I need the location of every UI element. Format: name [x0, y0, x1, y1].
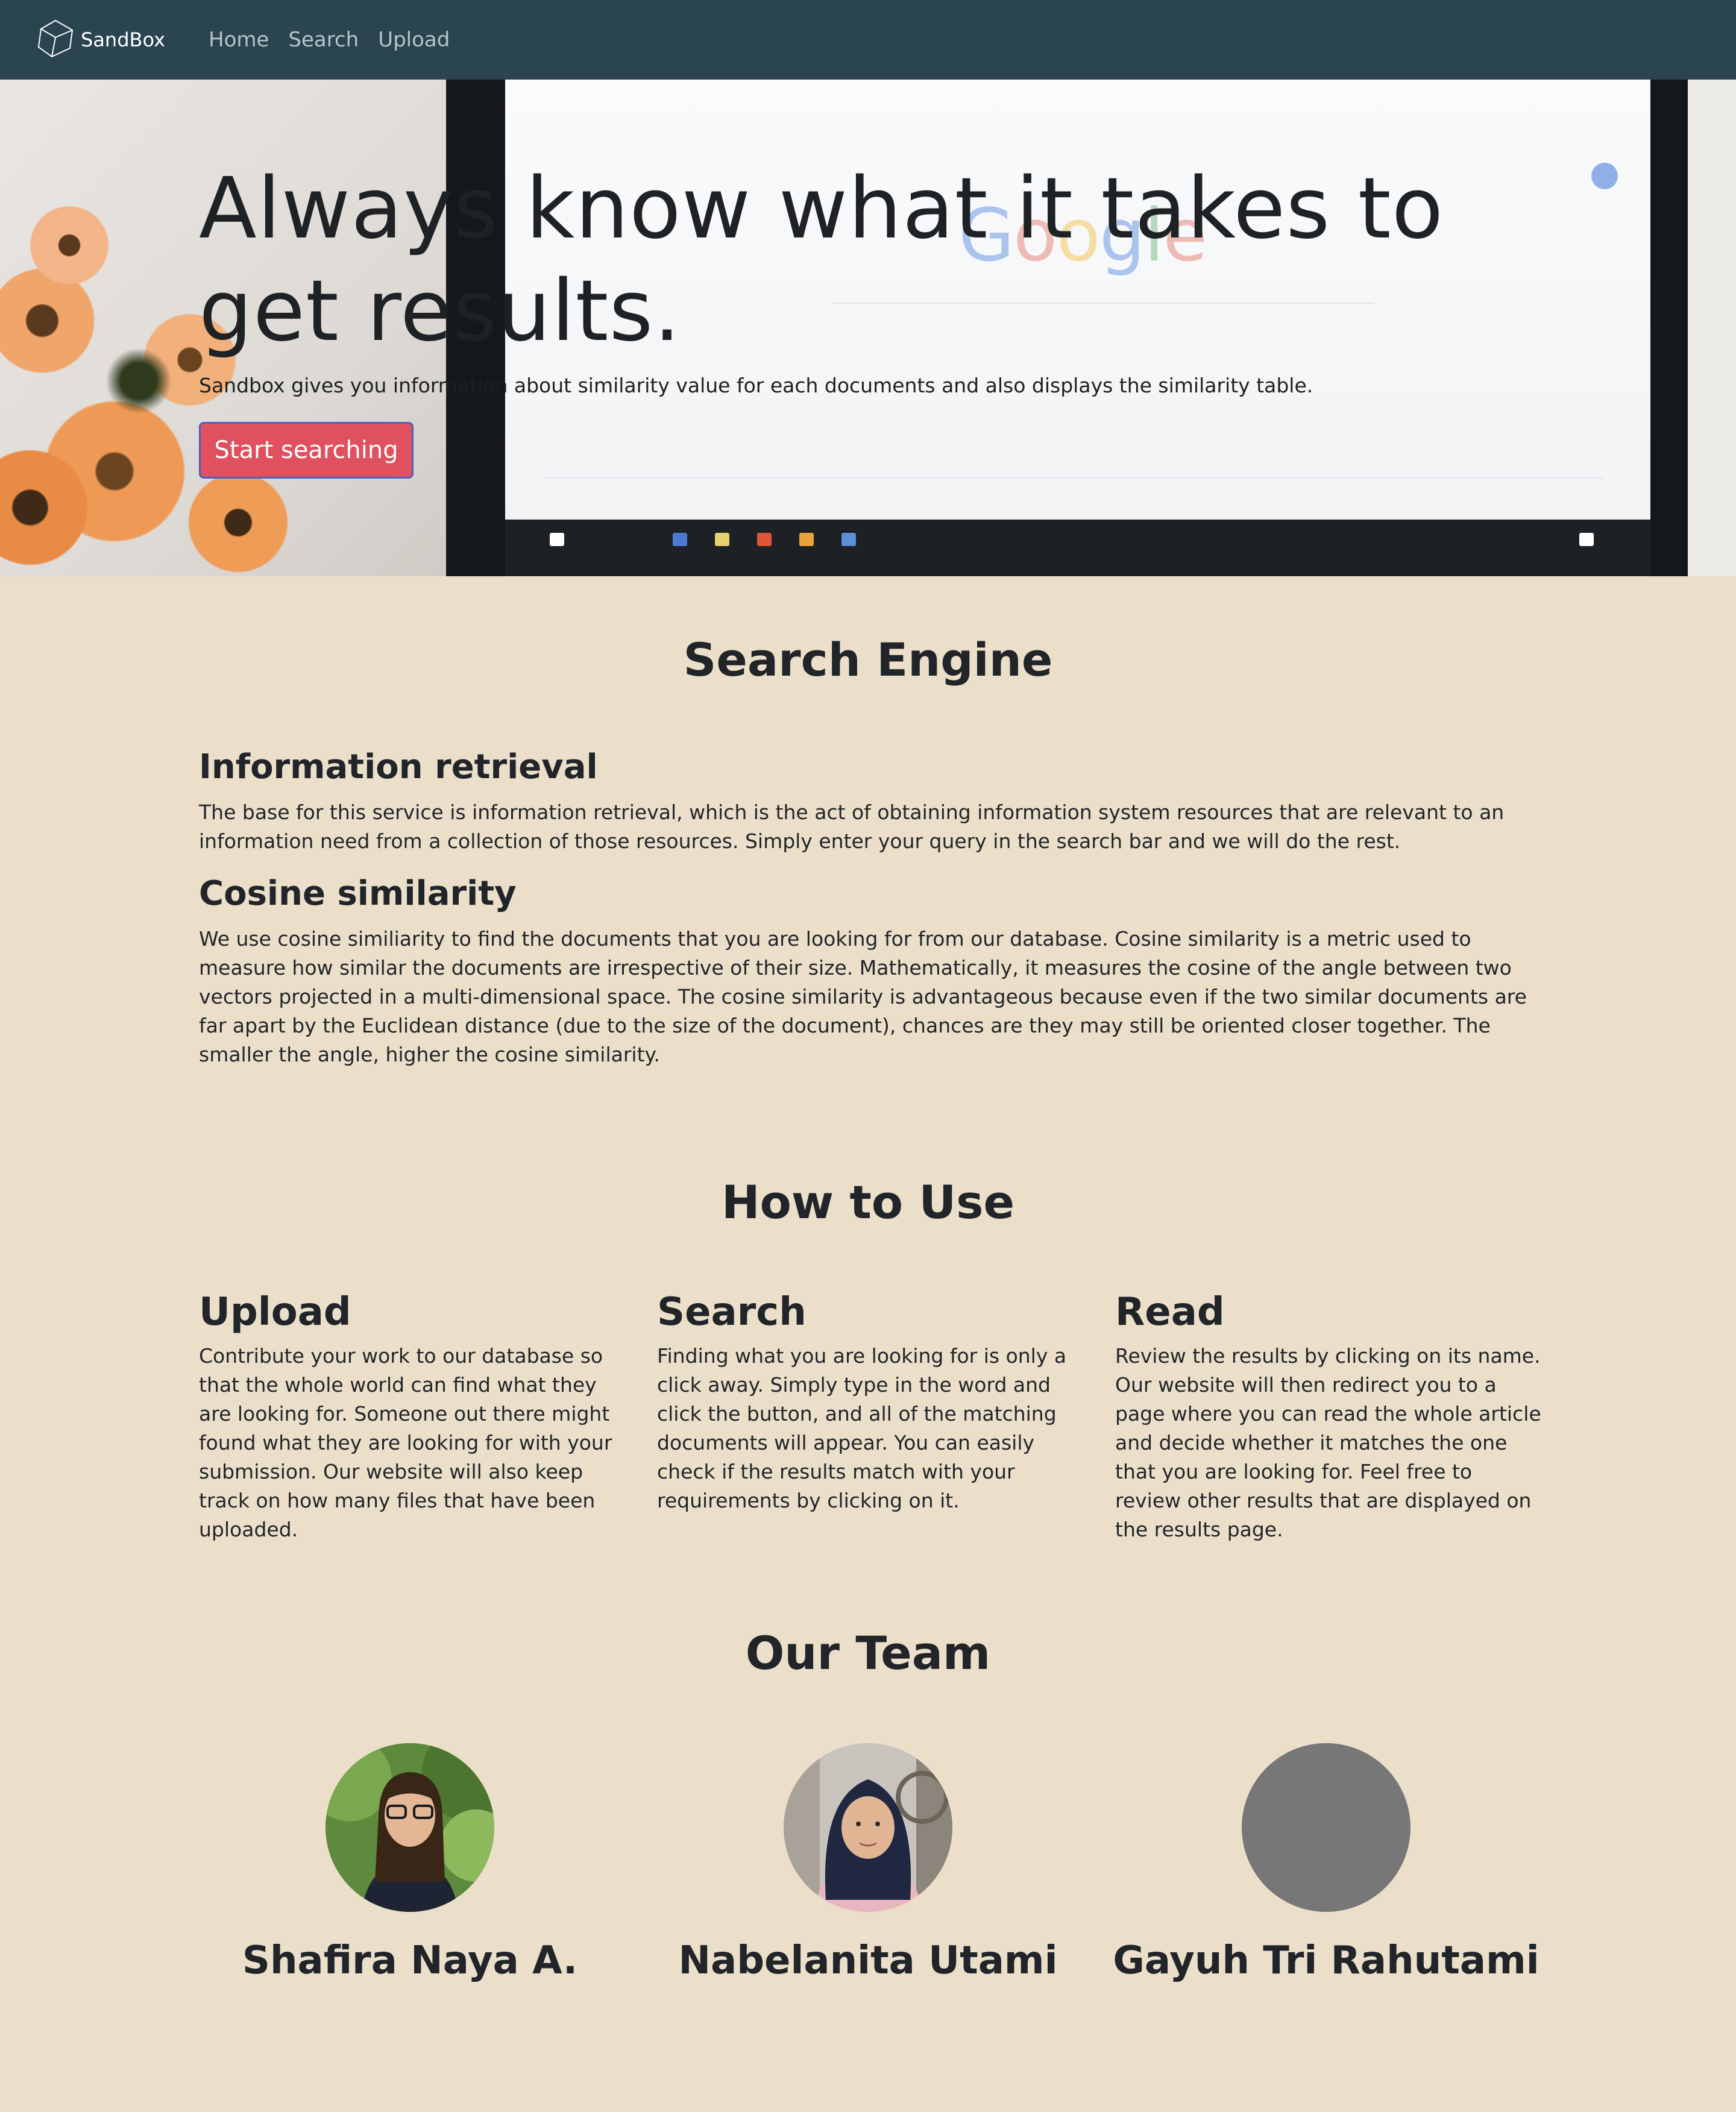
information-retrieval-heading: Information retrieval: [199, 747, 598, 787]
step-search-text: Finding what you are looking for is only…: [657, 1344, 1067, 1512]
member-2-name: Nabelanita Utami: [678, 1938, 1058, 1983]
taskbar-browser-icon: [841, 533, 856, 546]
hero-subtitle: Sandbox gives you information about simi…: [199, 374, 1313, 397]
nav-links: Home Search Upload: [209, 28, 469, 52]
taskbar-notification-icon: [1579, 533, 1594, 546]
step-read: Read Review the results by clicking on i…: [1115, 1290, 1543, 1544]
nav-link-search[interactable]: Search: [288, 28, 359, 52]
information-retrieval-text: The base for this service is information…: [199, 800, 1505, 853]
hero-banner: Google Always know what it takes to get …: [0, 80, 1736, 576]
step-search-title: Search: [657, 1290, 807, 1334]
our-team-title: Our Team: [745, 1626, 991, 1680]
member-3-name: Gayuh Tri Rahutami: [1113, 1938, 1539, 1983]
brand-name: SandBox: [81, 28, 165, 51]
screen-avatar: [1591, 163, 1618, 189]
taskbar-chrome-icon: [799, 533, 814, 546]
brand[interactable]: SandBox: [34, 17, 165, 63]
screen-taskbar: [505, 520, 1650, 576]
step-upload-text: Contribute your work to our database so …: [199, 1344, 612, 1541]
taskbar-app-icon: [673, 533, 687, 546]
step-upload: Upload Contribute your work to our datab…: [199, 1290, 627, 1544]
hero-title: Always know what it takes to get results…: [199, 160, 1444, 360]
cosine-similarity-heading: Cosine similarity: [199, 874, 517, 913]
member-1-avatar: [326, 1743, 494, 1912]
step-upload-title: Upload: [199, 1290, 351, 1334]
how-to-use-title: How to Use: [722, 1175, 1014, 1229]
nav-link-upload[interactable]: Upload: [378, 28, 450, 52]
team-member-1: Shafira Naya A.: [181, 1743, 639, 1983]
cube-logo-icon: [34, 17, 77, 63]
member-3-avatar-placeholder: [1242, 1743, 1410, 1912]
taskbar-windows-icon: [550, 533, 564, 546]
step-read-title: Read: [1115, 1290, 1225, 1334]
flower-6: [24, 200, 115, 291]
step-search: Search Finding what you are looking for …: [657, 1290, 1085, 1515]
nav-link-home[interactable]: Home: [209, 28, 269, 52]
flower-5: [181, 465, 295, 576]
cosine-similarity-text: We use cosine similiarity to find the do…: [199, 927, 1527, 1066]
team-member-2: Nabelanita Utami: [639, 1743, 1097, 1983]
team-member-3: Gayuh Tri Rahutami: [1097, 1743, 1555, 1983]
step-read-text: Review the results by clicking on its na…: [1115, 1344, 1541, 1541]
navbar: SandBox Home Search Upload: [0, 0, 1736, 80]
start-searching-button[interactable]: Start searching: [199, 422, 414, 479]
flower-leaves: [96, 339, 181, 423]
taskbar-office-icon: [757, 533, 772, 546]
screen-footer-line: [542, 477, 1603, 479]
member-1-name: Shafira Naya A.: [242, 1938, 578, 1983]
member-2-avatar: [784, 1743, 952, 1912]
taskbar-folder-icon: [715, 533, 729, 546]
search-engine-title: Search Engine: [683, 633, 1053, 687]
